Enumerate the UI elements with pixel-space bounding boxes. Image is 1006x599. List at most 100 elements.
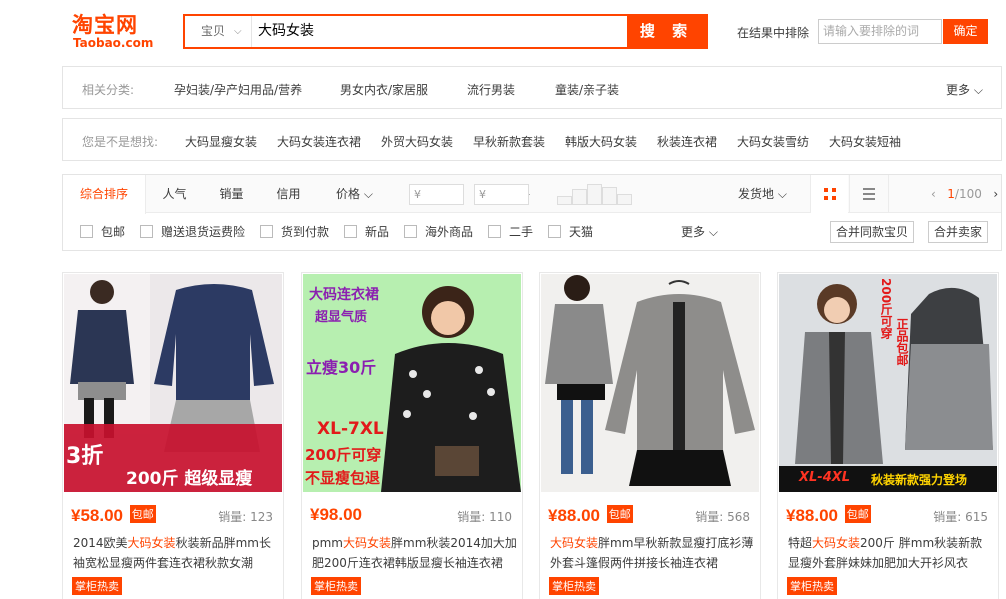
sales-label: 销量: — [457, 510, 486, 524]
product-card[interactable]: 200斤可穿 正品包邮 XL-4XL 秋装新款强力登场 ¥88.00 包邮 销量… — [777, 272, 999, 599]
next-page-icon[interactable]: › — [993, 187, 998, 201]
tab-price[interactable]: 价格 ⌵ — [317, 175, 392, 213]
suggestion-item[interactable]: 大码女装雪纺 — [737, 133, 809, 150]
checkbox-icon — [260, 225, 273, 238]
free-shipping-badge: 包邮 — [844, 505, 871, 523]
sales-count: 615 — [965, 510, 988, 524]
hot-seller-tag: 掌柜热卖 — [787, 577, 837, 595]
product-title[interactable]: 特超大码女装200斤 胖mm秋装新款显瘦外套胖妹妹加肥加大开衫风衣 — [788, 533, 993, 573]
related-label: 相关分类: — [82, 83, 135, 97]
filter-new[interactable]: 新品 — [344, 224, 389, 240]
filter-overseas[interactable]: 海外商品 — [404, 224, 473, 240]
chevron-down-icon: ⌵ — [363, 187, 373, 201]
suggestion-item[interactable]: 秋装连衣裙 — [657, 133, 717, 150]
exclude-confirm-button[interactable]: 确定 — [943, 19, 988, 44]
product-title[interactable]: 2014欧美大码女装秋装新品胖mm长袖宽松显瘦两件套连衣裙秋款女潮 — [73, 533, 278, 573]
product-overlay-text: 大码连衣裙 — [309, 287, 379, 303]
product-image[interactable] — [541, 274, 759, 492]
product-card[interactable]: ¥88.00 包邮 销量: 568 大码女装胖mm早秋新款显瘦打底衫薄外套斗篷假… — [539, 272, 761, 599]
filter-free-shipping[interactable]: 包邮 — [80, 224, 125, 240]
filter-cash-on-delivery[interactable]: 货到付款 — [260, 224, 329, 240]
related-more-label: 更多 — [946, 83, 971, 97]
product-card[interactable]: 大码连衣裙 超显气质 立瘦30斤 XL-7XL 200斤可穿 不显瘦包退 ¥98… — [301, 272, 523, 599]
product-photo — [541, 274, 759, 492]
product-price: ¥58.00 包邮 — [71, 505, 156, 526]
merge-same-items-button[interactable]: 合并同款宝贝 — [830, 221, 915, 243]
sales-count: 110 — [489, 510, 512, 524]
title-text: 特超 — [788, 536, 813, 550]
tab-credit[interactable]: 信用 — [260, 175, 317, 213]
product-price: ¥98.00 — [310, 505, 362, 525]
merge-sellers-button[interactable]: 合并卖家 — [928, 221, 989, 243]
chevron-down-icon: ⌵ — [777, 187, 787, 201]
suggestion-item[interactable]: 大码女装短袖 — [829, 133, 901, 150]
related-item[interactable]: 童装/亲子装 — [555, 81, 619, 98]
suggestion-item[interactable]: 韩版大码女装 — [565, 133, 637, 150]
grid-view-button[interactable] — [810, 175, 848, 213]
price-max-input[interactable]: ¥ — [474, 184, 529, 205]
product-title[interactable]: pmm大码女装胖mm秋装2014加大加肥200斤连衣裙韩版显瘦长袖连衣裙 — [312, 533, 517, 573]
filter-more-button[interactable]: 更多 ⌵ — [681, 224, 718, 240]
related-item[interactable]: 孕妇装/孕产妇用品/营养 — [174, 81, 302, 98]
title-highlight: 大码女装 — [550, 536, 599, 550]
header: 淘宝网 Taobao.com 宝贝 ⌵ 大码女装 搜 索 在结果中排除 请输入要… — [0, 0, 1006, 62]
free-shipping-badge: 包邮 — [606, 505, 633, 523]
exclude-input[interactable]: 请输入要排除的词 — [818, 19, 942, 44]
hot-seller-tag: 掌柜热卖 — [72, 577, 122, 595]
filter-return-insurance[interactable]: 赠送退货运费险 — [140, 224, 245, 240]
filter-label: 货到付款 — [281, 225, 330, 239]
ship-from-label: 发货地 — [738, 187, 775, 201]
product-sales: 销量: 110 — [457, 508, 512, 525]
price-distribution-chart[interactable] — [557, 183, 633, 205]
filter-label: 赠送退货运费险 — [161, 225, 246, 239]
suggestion-item[interactable]: 外贸大码女装 — [381, 133, 453, 150]
title-text: 2014欧美 — [73, 536, 128, 550]
filter-label: 海外商品 — [425, 225, 474, 239]
checkbox-icon — [80, 225, 93, 238]
filter-secondhand[interactable]: 二手 — [488, 224, 533, 240]
related-categories: 相关分类: 孕妇装/孕产妇用品/营养 男女内衣/家居服 流行男装 童装/亲子装 … — [62, 66, 1002, 109]
chevron-down-icon: ⌵ — [973, 83, 983, 97]
title-highlight: 大码女装 — [127, 536, 176, 550]
product-title[interactable]: 大码女装胖mm早秋新款显瘦打底衫薄外套斗篷假两件拼接长袖连衣裙 — [550, 533, 755, 573]
tab-default-sort[interactable]: 综合排序 — [63, 175, 146, 214]
price-value: ¥88.00 — [548, 506, 600, 525]
exclude-label: 在结果中排除 — [737, 26, 810, 40]
checkbox-icon — [404, 225, 417, 238]
filter-label: 天猫 — [569, 225, 594, 239]
mini-pager: ‹ 1/100 › — [931, 175, 998, 213]
related-more-button[interactable]: 更多 ⌵ — [946, 81, 983, 98]
related-item[interactable]: 男女内衣/家居服 — [340, 81, 428, 98]
product-overlay-text: 200斤可穿 — [879, 278, 893, 340]
suggestion-item[interactable]: 早秋新款套装 — [473, 133, 545, 150]
sort-row: 综合排序 人气 销量 信用 价格 ⌵ ¥ - ¥ 发货地 ⌵ — [63, 175, 1001, 214]
product-image[interactable]: 200斤可穿 正品包邮 XL-4XL 秋装新款强力登场 — [779, 274, 997, 492]
product-sales: 销量: 615 — [933, 508, 988, 525]
product-image[interactable]: 大码连衣裙 超显气质 立瘦30斤 XL-7XL 200斤可穿 不显瘦包退 — [303, 274, 521, 492]
list-view-button[interactable] — [849, 175, 887, 213]
price-value: ¥58.00 — [71, 506, 123, 525]
product-image[interactable]: 3折 200斤 超级显瘦 — [64, 274, 282, 492]
tab-popularity[interactable]: 人气 — [146, 175, 203, 213]
tab-sales[interactable]: 销量 — [203, 175, 260, 213]
suggestion-item[interactable]: 大码显瘦女装 — [185, 133, 257, 150]
sales-count: 568 — [727, 510, 750, 524]
product-overlay-text: XL-7XL — [317, 419, 384, 439]
price-min-input[interactable]: ¥ — [409, 184, 464, 205]
title-text: pmm — [312, 536, 343, 550]
product-price: ¥88.00 包邮 — [786, 505, 871, 526]
checkbox-icon — [344, 225, 357, 238]
prev-page-icon[interactable]: ‹ — [931, 187, 936, 201]
suggestion-item[interactable]: 大码女装连衣裙 — [277, 133, 361, 150]
divider — [888, 175, 889, 213]
related-item[interactable]: 流行男装 — [467, 81, 515, 98]
search-button[interactable]: 搜 索 — [627, 16, 706, 47]
search-type-select[interactable]: 宝贝 ⌵ — [185, 16, 251, 47]
total-pages: /100 — [954, 187, 982, 201]
search-input[interactable]: 大码女装 — [251, 16, 629, 47]
ship-from-select[interactable]: 发货地 ⌵ — [738, 175, 787, 213]
taobao-logo[interactable]: 淘宝网 Taobao.com — [72, 9, 158, 51]
checkbox-icon — [548, 225, 561, 238]
product-card[interactable]: 3折 200斤 超级显瘦 ¥58.00 包邮 销量: 123 2014欧美大码女… — [62, 272, 284, 599]
filter-tmall[interactable]: 天猫 — [548, 224, 593, 240]
